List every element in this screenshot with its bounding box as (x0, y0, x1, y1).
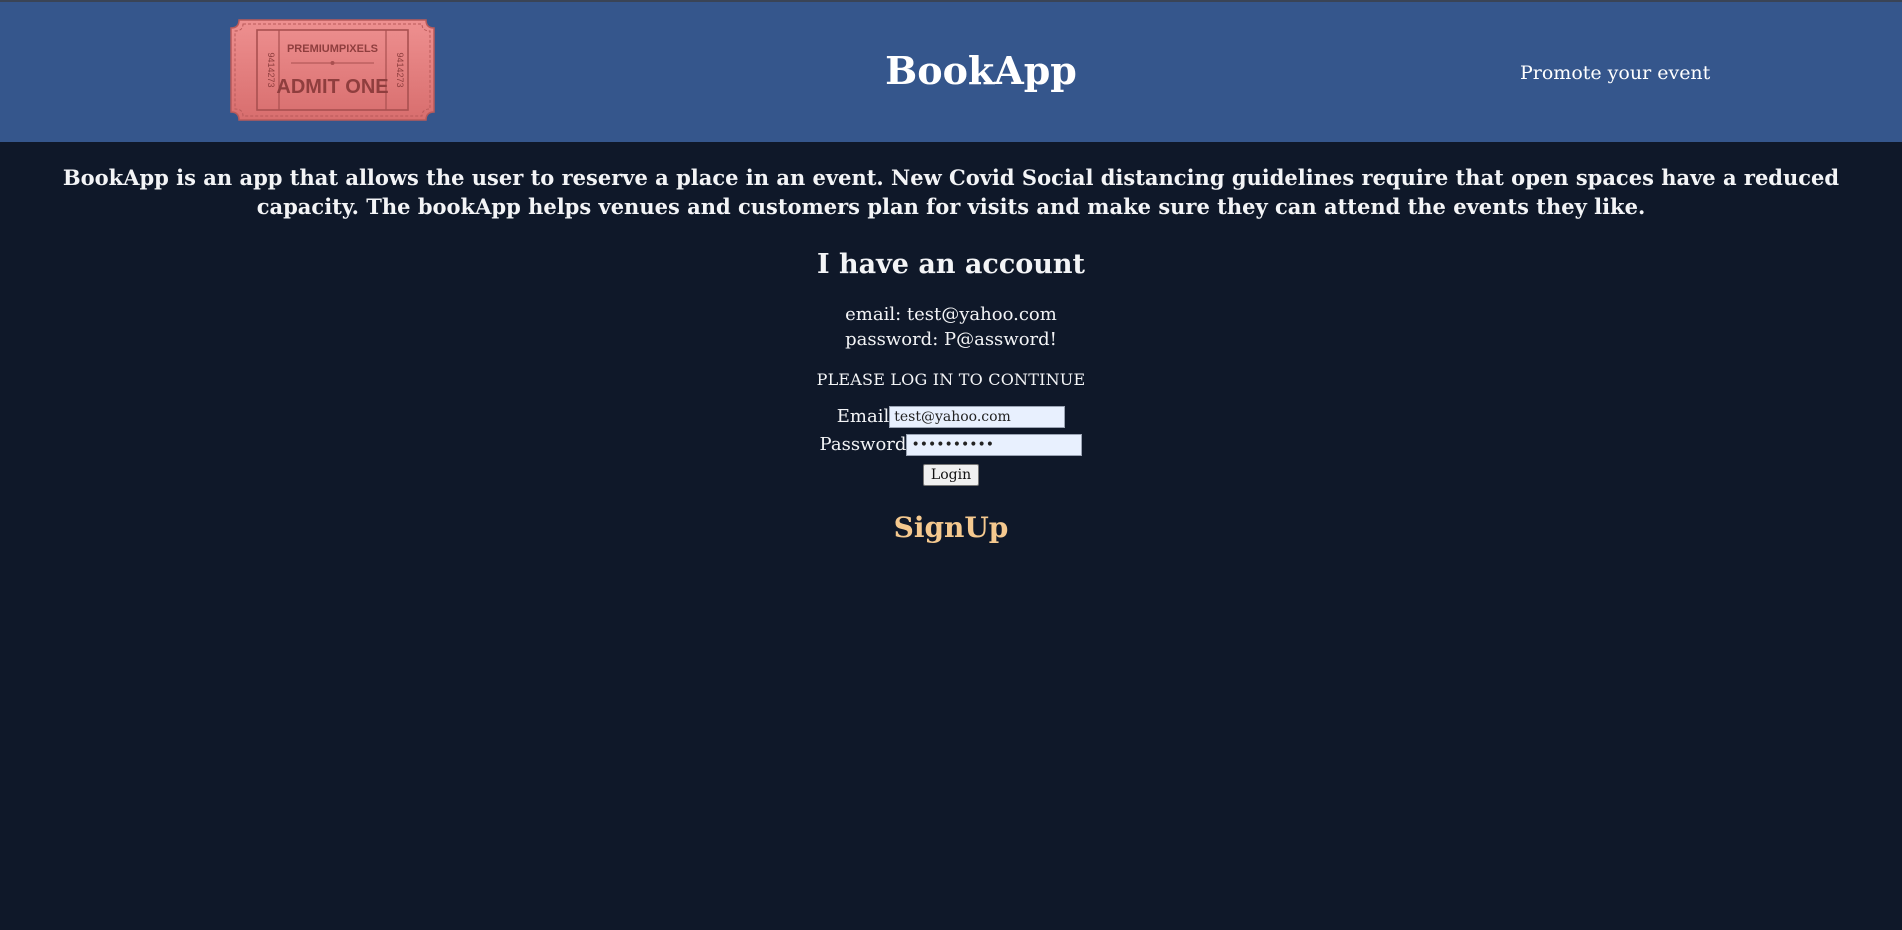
email-label: Email (836, 406, 890, 427)
main-content: BookApp is an app that allows the user t… (0, 163, 1902, 544)
promote-event-link[interactable]: Promote your event (1520, 62, 1710, 84)
site-header: PREMIUMPIXELS ADMIT ONE 9414273 9414273 … (0, 2, 1902, 142)
login-button[interactable]: Login (922, 464, 980, 486)
login-form: Email Password Login (0, 403, 1902, 489)
password-label: Password (819, 434, 907, 455)
email-row: Email (0, 403, 1902, 431)
intro-paragraph: BookApp is an app that allows the user t… (62, 165, 1840, 219)
password-row: Password (0, 431, 1902, 459)
demo-email-text: email: test@yahoo.com (845, 304, 1057, 325)
login-prompt: PLEASE LOG IN TO CONTINUE (816, 370, 1086, 389)
signup-link[interactable]: SignUp (894, 511, 1009, 544)
demo-credentials: email: test@yahoo.com password: P@asswor… (0, 302, 1902, 352)
login-button-row: Login (0, 459, 1902, 489)
email-input[interactable] (889, 406, 1066, 428)
account-heading: I have an account (816, 249, 1086, 280)
password-input[interactable] (906, 434, 1083, 456)
demo-password-text: password: P@assword! (845, 329, 1057, 350)
